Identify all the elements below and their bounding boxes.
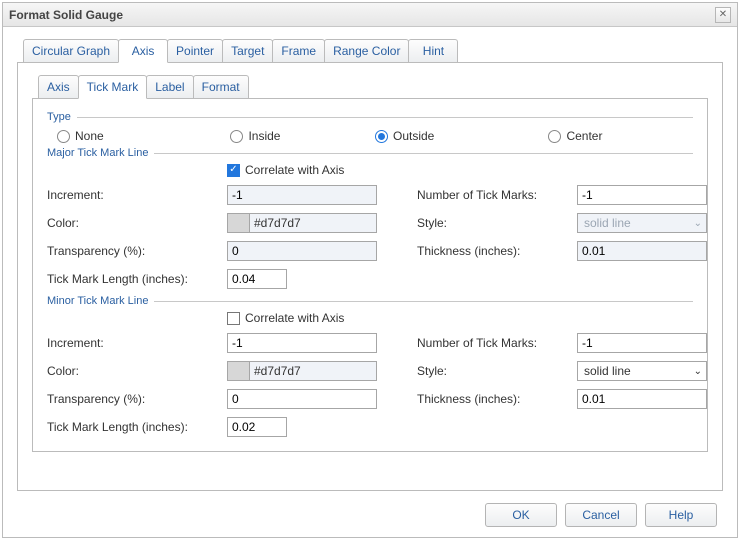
color-swatch-icon [228, 362, 250, 380]
checkbox-icon: ✓ [227, 164, 240, 177]
major-section-header: Major Tick Mark Line [47, 147, 693, 159]
minor-color-label: Color: [47, 364, 227, 378]
titlebar: Format Solid Gauge ✕ [3, 3, 737, 27]
minor-correlate-checkbox[interactable]: Correlate with Axis [227, 311, 693, 325]
minor-color-input[interactable]: #d7d7d7 [227, 361, 377, 381]
subtab-axis[interactable]: Axis [38, 75, 79, 98]
major-color-input[interactable]: #d7d7d7 [227, 213, 377, 233]
type-section-header: Type [47, 111, 693, 123]
tab-frame[interactable]: Frame [272, 39, 325, 62]
major-ticklength-label: Tick Mark Length (inches): [47, 272, 227, 286]
minor-thickness-input[interactable] [577, 389, 707, 409]
tab-range-color[interactable]: Range Color [324, 39, 409, 62]
major-increment-label: Increment: [47, 188, 227, 202]
cancel-button[interactable]: Cancel [565, 503, 637, 527]
minor-section-header: Minor Tick Mark Line [47, 295, 693, 307]
minor-color-value: #d7d7d7 [250, 362, 376, 380]
minor-style-label: Style: [417, 364, 577, 378]
radio-icon [57, 130, 70, 143]
ok-button[interactable]: OK [485, 503, 557, 527]
type-radio-none[interactable]: None [57, 129, 230, 143]
major-correlate-checkbox[interactable]: ✓ Correlate with Axis [227, 163, 693, 177]
major-style-select: solid line ⌄ [577, 213, 707, 233]
major-correlate-label: Correlate with Axis [245, 163, 344, 177]
major-form: Increment: Number of Tick Marks: Color: … [47, 185, 693, 289]
minor-thickness-label: Thickness (inches): [417, 392, 577, 406]
type-radio-outside[interactable]: Outside [375, 129, 548, 143]
major-color-label: Color: [47, 216, 227, 230]
main-tab-content: Axis Tick Mark Label Format Type None [17, 62, 723, 491]
help-button[interactable]: Help [645, 503, 717, 527]
minor-ticklength-input[interactable] [227, 417, 287, 437]
sub-tabstrip: Axis Tick Mark Label Format [38, 75, 708, 98]
tab-hint[interactable]: Hint [408, 39, 458, 62]
radio-icon [230, 130, 243, 143]
minor-style-select[interactable]: solid line ⌄ [577, 361, 707, 381]
tab-circular-graph[interactable]: Circular Graph [23, 39, 119, 62]
major-style-value: solid line [584, 216, 631, 230]
type-radio-center-label: Center [566, 129, 602, 143]
minor-header-label: Minor Tick Mark Line [47, 295, 148, 307]
tab-pointer[interactable]: Pointer [167, 39, 223, 62]
close-button[interactable]: ✕ [715, 7, 731, 23]
type-divider [77, 117, 693, 118]
format-solid-gauge-dialog: Format Solid Gauge ✕ Circular Graph Axis… [2, 2, 738, 538]
chevron-down-icon: ⌄ [694, 218, 702, 229]
minor-increment-label: Increment: [47, 336, 227, 350]
main-tabstrip: Circular Graph Axis Pointer Target Frame… [23, 39, 723, 62]
dialog-title: Format Solid Gauge [9, 8, 715, 22]
radio-icon [375, 130, 388, 143]
major-thickness-input[interactable] [577, 241, 707, 261]
minor-style-value: solid line [584, 364, 631, 378]
radio-icon [548, 130, 561, 143]
major-numticks-input[interactable] [577, 185, 707, 205]
type-radio-none-label: None [75, 129, 104, 143]
minor-correlate-label: Correlate with Axis [245, 311, 344, 325]
minor-ticklength-label: Tick Mark Length (inches): [47, 420, 227, 434]
checkbox-icon [227, 312, 240, 325]
major-style-label: Style: [417, 216, 577, 230]
major-transparency-input[interactable] [227, 241, 377, 261]
subtab-tick-mark[interactable]: Tick Mark [78, 75, 148, 99]
minor-form: Increment: Number of Tick Marks: Color: … [47, 333, 693, 437]
type-radio-inside[interactable]: Inside [230, 129, 375, 143]
chevron-down-icon: ⌄ [694, 366, 702, 377]
major-transparency-label: Transparency (%): [47, 244, 227, 258]
dialog-button-row: OK Cancel Help [17, 491, 723, 527]
major-color-value: #d7d7d7 [250, 214, 376, 232]
dialog-body: Circular Graph Axis Pointer Target Frame… [3, 27, 737, 537]
major-divider [154, 153, 693, 154]
color-swatch-icon [228, 214, 250, 232]
subtab-format[interactable]: Format [193, 75, 249, 98]
minor-transparency-input[interactable] [227, 389, 377, 409]
minor-numticks-label: Number of Tick Marks: [417, 336, 577, 350]
type-radio-group: None Inside Outside Center [47, 127, 693, 145]
major-ticklength-input[interactable] [227, 269, 287, 289]
type-radio-center[interactable]: Center [548, 129, 693, 143]
type-radio-outside-label: Outside [393, 129, 434, 143]
major-thickness-label: Thickness (inches): [417, 244, 577, 258]
tab-axis[interactable]: Axis [118, 39, 168, 63]
type-radio-inside-label: Inside [248, 129, 280, 143]
major-increment-input[interactable] [227, 185, 377, 205]
minor-increment-input[interactable] [227, 333, 377, 353]
type-label: Type [47, 111, 71, 123]
minor-divider [154, 301, 693, 302]
major-numticks-label: Number of Tick Marks: [417, 188, 577, 202]
minor-transparency-label: Transparency (%): [47, 392, 227, 406]
tab-target[interactable]: Target [222, 39, 273, 62]
minor-numticks-input[interactable] [577, 333, 707, 353]
subtab-label[interactable]: Label [146, 75, 193, 98]
sub-tab-content: Type None Inside Outside [32, 98, 708, 452]
major-header-label: Major Tick Mark Line [47, 147, 148, 159]
